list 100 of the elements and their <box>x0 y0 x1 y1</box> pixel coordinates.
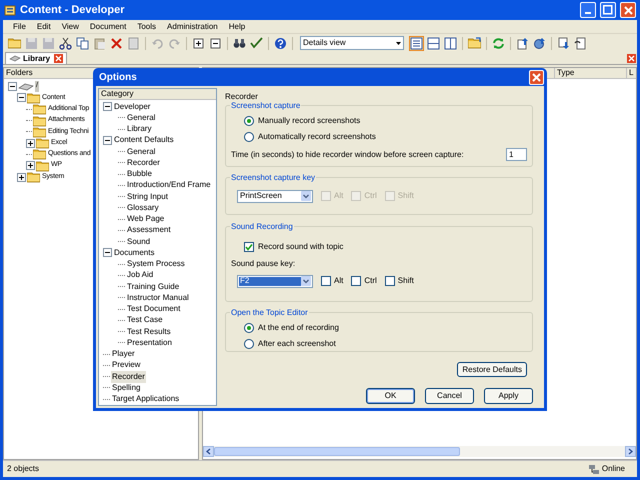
split-view-button[interactable] <box>426 36 441 50</box>
checkbox-label: Alt <box>334 190 344 202</box>
pane-close-button[interactable] <box>627 54 636 63</box>
radio-button[interactable] <box>244 323 254 333</box>
restore-defaults-button[interactable]: Restore Defaults <box>457 362 527 377</box>
category-item[interactable]: Test Case <box>126 314 164 326</box>
column-header[interactable]: L <box>626 68 636 78</box>
category-item[interactable]: General <box>126 146 156 158</box>
refresh-button[interactable] <box>491 36 506 50</box>
close-button[interactable] <box>529 70 544 84</box>
clipboard-button[interactable] <box>92 36 107 50</box>
globe-arrow-button[interactable] <box>532 36 547 50</box>
checkbox[interactable] <box>244 242 254 252</box>
tab-close-button[interactable] <box>54 54 64 63</box>
spell-check-button[interactable] <box>249 36 264 50</box>
minimize-icon <box>585 12 591 14</box>
column-header[interactable]: Folders <box>6 67 33 79</box>
collapse-icon[interactable] <box>103 248 112 258</box>
menu-item[interactable]: Edit <box>36 22 51 30</box>
page-undo-button[interactable] <box>573 36 588 50</box>
library-tab[interactable]: Library <box>5 52 68 64</box>
category-item[interactable]: Target Applications <box>111 393 180 406</box>
category-item[interactable]: Recorder <box>111 370 146 383</box>
expand-icon[interactable] <box>26 138 35 148</box>
menu-item[interactable]: Document <box>90 22 126 30</box>
details-view-button[interactable] <box>409 36 424 50</box>
close-icon <box>55 55 62 62</box>
dialog-button[interactable]: Apply <box>484 388 533 404</box>
collapse-icon[interactable] <box>103 102 112 112</box>
collapse-icon[interactable] <box>103 136 112 145</box>
checkbox[interactable] <box>384 276 395 286</box>
scroll-left-icon[interactable] <box>203 446 214 457</box>
category-item[interactable]: Sound <box>126 236 152 248</box>
category-item[interactable]: Developer <box>113 100 152 113</box>
category-item[interactable]: Bubble <box>126 168 153 180</box>
category-item[interactable]: Introduction/End Frame <box>126 179 212 192</box>
expand-icon <box>192 36 205 50</box>
page-arrow-down-button[interactable] <box>556 36 571 50</box>
expand-button[interactable] <box>191 36 206 50</box>
category-item[interactable]: Library <box>126 123 152 136</box>
radio-button[interactable] <box>244 132 254 142</box>
scroll-thumb[interactable] <box>214 447 460 456</box>
menu-item[interactable]: View <box>62 22 79 30</box>
dialog-button[interactable]: Cancel <box>425 388 474 404</box>
menu-item[interactable]: Help <box>228 22 246 30</box>
refresh-icon <box>492 36 505 50</box>
checkbox[interactable] <box>351 276 362 286</box>
category-item[interactable]: Spelling <box>111 382 142 394</box>
minimize-button[interactable] <box>580 2 596 18</box>
folder-arrow-icon <box>468 36 481 50</box>
page-arrow-up-button[interactable] <box>515 36 530 50</box>
category-item[interactable]: Preview <box>111 359 142 372</box>
category-item[interactable]: System Process <box>126 258 186 270</box>
category-item[interactable]: Presentation <box>126 336 173 349</box>
category-item[interactable]: Assessment <box>126 224 172 236</box>
option-label: At the end of recording <box>258 322 339 334</box>
category-item[interactable]: Job Aid <box>126 269 154 282</box>
expand-icon[interactable] <box>17 172 26 182</box>
category-item[interactable]: Training Guide <box>126 280 180 293</box>
radio-button[interactable] <box>244 116 254 126</box>
folder-arrow-button[interactable] <box>467 36 482 50</box>
category-item[interactable]: String Input <box>126 190 169 203</box>
category-item[interactable]: Instructor Manual <box>126 292 190 304</box>
copy-button[interactable] <box>75 36 90 50</box>
collapse-icon[interactable] <box>8 82 17 92</box>
menu-item[interactable]: Administration <box>167 22 218 30</box>
menu-item[interactable]: File <box>13 22 26 30</box>
category-item[interactable]: Test Results <box>126 326 172 338</box>
page-arrow-down-icon <box>557 36 570 50</box>
category-item[interactable]: Recorder <box>126 156 161 169</box>
category-item[interactable]: Test Document <box>126 303 182 316</box>
columns-view-button[interactable] <box>443 36 458 50</box>
dialog-button[interactable]: OK <box>366 388 415 404</box>
close-button[interactable] <box>620 2 636 18</box>
key-select[interactable]: F2 <box>237 274 313 288</box>
category-item[interactable]: Content Defaults <box>113 134 175 146</box>
menu-item[interactable]: Tools <box>137 22 156 30</box>
category-item[interactable]: General <box>126 112 156 124</box>
view-select[interactable]: Details view <box>300 36 404 50</box>
scroll-right-icon[interactable] <box>625 446 636 457</box>
maximize-button[interactable] <box>600 2 616 18</box>
category-item[interactable]: Player <box>111 348 136 360</box>
category-item[interactable]: Web Page <box>126 213 166 226</box>
horizontal-scrollbar[interactable] <box>203 446 636 457</box>
collapse-button[interactable] <box>208 36 223 50</box>
category-item[interactable]: Documents <box>113 246 156 259</box>
scissors-button[interactable] <box>58 36 73 50</box>
expand-icon[interactable] <box>26 161 35 170</box>
key-select[interactable]: PrintScreen <box>237 190 313 202</box>
open-folder-button[interactable] <box>7 36 22 50</box>
input-field[interactable]: 1 <box>506 148 527 161</box>
checkbox[interactable] <box>321 276 331 286</box>
radio-button[interactable] <box>244 339 254 349</box>
checkbox-label: Alt <box>334 275 344 287</box>
category-item[interactable]: Glossary <box>126 202 160 214</box>
column-header[interactable]: Type <box>554 68 626 78</box>
dialog-title: Options <box>99 70 137 84</box>
collapse-icon[interactable] <box>17 93 26 102</box>
help-button[interactable] <box>273 36 288 50</box>
delete-button[interactable] <box>109 36 124 50</box>
